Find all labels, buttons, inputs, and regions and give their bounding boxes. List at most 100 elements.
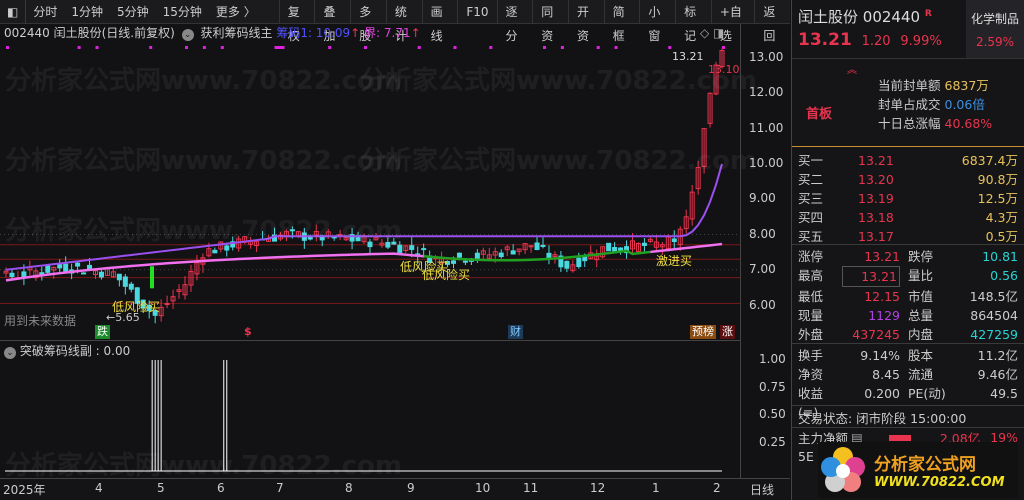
candle-body bbox=[98, 271, 104, 278]
candle-body bbox=[540, 244, 546, 247]
stat-value: 13.21 bbox=[842, 266, 900, 287]
x-tick: 6 bbox=[217, 481, 225, 495]
stat-value: 8.45 bbox=[872, 367, 900, 382]
toolbar-button[interactable]: 复权 bbox=[278, 0, 315, 43]
time-axis[interactable]: 2025年 4 5 6 7 8 9 10 11 12 1 2 日线 bbox=[0, 478, 790, 500]
high-label-2: 13.10 bbox=[708, 63, 740, 76]
bid-price: 13.17 bbox=[858, 229, 894, 244]
toolbar-button[interactable]: F10 bbox=[457, 0, 496, 24]
logo-url: WWW.70822.COM bbox=[874, 475, 1005, 490]
x-tick: 8 bbox=[345, 481, 353, 495]
candle-body bbox=[75, 262, 81, 267]
price-pct: 9.99% bbox=[900, 34, 942, 49]
signal-dot bbox=[596, 46, 600, 49]
bid-label: 买五 bbox=[798, 229, 824, 244]
marker-die[interactable]: 跌 bbox=[95, 325, 110, 339]
toolbar-button[interactable]: 逐分 bbox=[496, 0, 533, 43]
signal-dot bbox=[543, 46, 546, 49]
bid-row[interactable]: 买二 13.20 90.8万 bbox=[792, 170, 1024, 189]
marker-yubang[interactable]: 预榜 bbox=[690, 325, 716, 339]
price-axis[interactable]: 13.00 12.00 11.00 10.00 9.00 8.00 7.00 6… bbox=[740, 24, 790, 480]
signal-dot bbox=[185, 46, 188, 49]
stat-value: 0.56 bbox=[990, 268, 1018, 283]
stat-row: 外盘 437245 内盘 427259 bbox=[792, 325, 1024, 344]
bid-label: 买一 bbox=[798, 153, 824, 168]
bid-price: 13.19 bbox=[858, 191, 894, 206]
pane-divider[interactable] bbox=[0, 340, 740, 341]
y-tick: 7.00 bbox=[749, 262, 776, 276]
signal-dot bbox=[417, 46, 421, 49]
period-fenshi[interactable]: 分时 bbox=[26, 3, 64, 20]
toolbar-button[interactable]: 返回 bbox=[754, 0, 790, 43]
sub-indicator-title: ⌄ 突破筹码线副 : 0.00 bbox=[4, 342, 130, 359]
candle-body bbox=[45, 265, 51, 273]
signal-dot bbox=[453, 46, 457, 49]
candle-body bbox=[641, 242, 647, 246]
dropdown-icon[interactable]: ⌄ bbox=[4, 347, 16, 359]
bid-label: 买四 bbox=[798, 210, 824, 225]
candle-body bbox=[421, 248, 427, 251]
marker-cai[interactable]: 财 bbox=[508, 325, 523, 339]
toolbar-button[interactable]: 统计 bbox=[385, 0, 422, 43]
stat-label: 总量 bbox=[908, 308, 934, 323]
candle-body bbox=[367, 241, 373, 248]
toolbar-button[interactable]: 同资 bbox=[532, 0, 568, 43]
x-tick: 4 bbox=[95, 481, 103, 495]
bid-row[interactable]: 买三 13.19 12.5万 bbox=[792, 189, 1024, 208]
signal-dot bbox=[95, 46, 99, 49]
marker-zhang[interactable]: 涨 bbox=[720, 325, 735, 339]
bid-row[interactable]: 买四 13.18 4.3万 bbox=[792, 208, 1024, 227]
stat-label: 量比 bbox=[908, 268, 934, 283]
seal-amount: 6837万 bbox=[944, 78, 989, 93]
toolbar-button[interactable]: 画线 bbox=[421, 0, 458, 43]
candle-body bbox=[534, 242, 540, 250]
bid-label: 买三 bbox=[798, 191, 824, 206]
stat-value: 9.46亿 bbox=[977, 367, 1018, 382]
price-chart[interactable] bbox=[0, 42, 740, 498]
indicator-name[interactable]: 获利筹码线主 bbox=[200, 26, 272, 40]
candle-body bbox=[385, 242, 391, 248]
period-1min[interactable]: 1分钟 bbox=[64, 3, 110, 20]
sub-spike bbox=[151, 360, 156, 471]
toolbar-button[interactable]: 叠加 bbox=[314, 0, 350, 43]
stat-value: 427259 bbox=[970, 327, 1018, 342]
candle-body bbox=[451, 260, 456, 264]
layout-toggle-icon[interactable]: ◧ bbox=[0, 5, 25, 19]
stat-label: 股本 bbox=[908, 348, 934, 363]
toolbar-button[interactable]: 多股 bbox=[350, 0, 386, 43]
signal-dot bbox=[220, 46, 224, 49]
stat-value: 1129 bbox=[868, 308, 900, 323]
period-more[interactable]: 更多 〉 bbox=[209, 3, 263, 20]
bid-row[interactable]: 买一 13.21 6837.4万 bbox=[792, 151, 1024, 170]
dropdown-icon[interactable]: ⌄ bbox=[181, 29, 194, 41]
stat-row: 净资 8.45 流通 9.46亿 bbox=[792, 365, 1024, 384]
bid-volume: 12.5万 bbox=[977, 191, 1018, 206]
collapse-icon[interactable]: ︽ bbox=[847, 61, 857, 76]
bid-volume: 4.3万 bbox=[985, 210, 1018, 225]
x-tick: 2 bbox=[713, 481, 721, 495]
sub-y-tick: 1.00 bbox=[759, 352, 786, 366]
signal-dot bbox=[489, 46, 493, 49]
toolbar-button[interactable]: 标记 bbox=[675, 0, 711, 43]
diamond-icon[interactable]: ◇ ◨ bbox=[700, 24, 724, 42]
period-15min[interactable]: 15分钟 bbox=[156, 3, 209, 20]
period-label[interactable]: 日线 bbox=[750, 481, 774, 498]
bid-list: 买一 13.21 6837.4万 买二 13.20 90.8万买三 13.19 12.5万买四… bbox=[792, 146, 1024, 244]
marker-dollar[interactable]: $ bbox=[242, 325, 254, 339]
toolbar-button[interactable]: 简框 bbox=[603, 0, 640, 43]
stat-row: 换手 9.14% 股本 11.2亿 bbox=[792, 346, 1024, 365]
toolbar-button[interactable]: +自选 bbox=[710, 0, 755, 43]
stat-label: 流通 bbox=[908, 367, 934, 382]
sector-box[interactable]: 化学制品 2.59% bbox=[966, 0, 1024, 58]
signal-dot bbox=[149, 46, 153, 49]
toolbar-button[interactable]: 开资 bbox=[567, 0, 604, 43]
period-5min[interactable]: 5分钟 bbox=[110, 3, 156, 20]
price-change: 1.20 bbox=[861, 34, 891, 49]
buy-signal-bar bbox=[150, 266, 154, 289]
toolbar: ◧ 分时 1分钟 5分钟 15分钟 更多 〉 复权 叠加 多股 统计 画线 F10 逐分 同资… bbox=[0, 0, 790, 43]
candle-body bbox=[612, 246, 618, 252]
toolbar-button[interactable]: 小窗 bbox=[639, 0, 675, 43]
candle-body bbox=[122, 276, 128, 287]
sub-title-text: 突破筹码线副 : 0.00 bbox=[19, 344, 131, 358]
bid-row[interactable]: 买五 13.17 0.5万 bbox=[792, 227, 1024, 246]
